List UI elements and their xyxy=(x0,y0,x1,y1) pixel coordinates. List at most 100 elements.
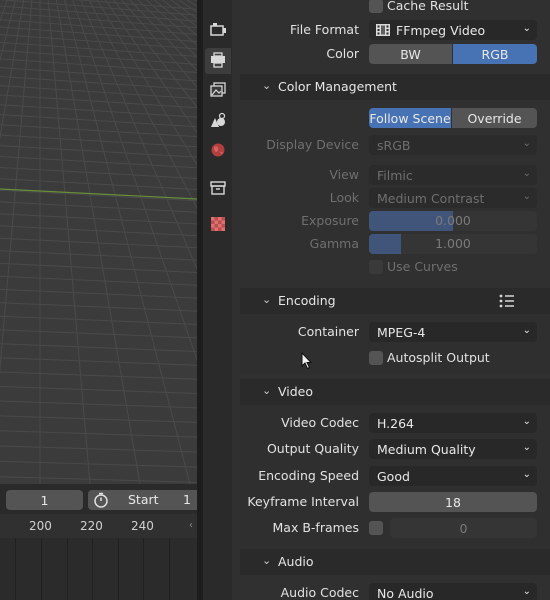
chevron-down-icon: ⌄ xyxy=(262,384,272,397)
view-label: View xyxy=(329,167,359,182)
look-row: Look Medium Contrast ⌄ xyxy=(232,186,550,210)
exposure-value: 0.000 xyxy=(435,213,471,228)
cache-result-row: Cache Result xyxy=(232,0,550,18)
autosplit-label: Autosplit Output xyxy=(387,350,490,365)
max-bframes-value: 0 xyxy=(459,520,468,536)
tick-label: 200 xyxy=(29,519,52,533)
tab-output[interactable] xyxy=(205,48,231,74)
chevron-down-icon: ⌄ xyxy=(522,138,531,149)
audio-header[interactable]: ⌄ Audio xyxy=(240,549,550,575)
video-codec-value: H.264 xyxy=(377,415,415,431)
current-frame-value: 1 xyxy=(40,492,49,508)
keyframe-interval-row: Keyframe Interval 18 xyxy=(232,490,550,514)
max-bframes-field[interactable]: 0 xyxy=(390,518,537,538)
max-bframes-checkbox[interactable] xyxy=(369,521,383,535)
viewport-grid xyxy=(0,0,197,484)
exposure-row: Exposure 0.000 xyxy=(232,209,550,233)
tab-scene[interactable] xyxy=(205,108,231,134)
color-bw-button[interactable]: BW xyxy=(369,44,452,64)
chevron-down-icon: ⌄ xyxy=(262,293,272,306)
keyframe-interval-value: 18 xyxy=(445,494,461,510)
color-row: Color BW RGB xyxy=(232,42,550,66)
stopwatch-icon[interactable] xyxy=(92,492,110,508)
display-device-dropdown[interactable]: sRGB ⌄ xyxy=(369,135,537,155)
override-button[interactable]: Override xyxy=(452,108,537,128)
output-quality-row: Output Quality Medium Quality ⌄ xyxy=(232,437,550,461)
encoding-speed-dropdown[interactable]: Good ⌄ xyxy=(369,466,537,486)
scene-icon xyxy=(209,112,227,131)
color-rgb-button[interactable]: RGB xyxy=(453,44,537,64)
display-device-row: Display Device sRGB ⌄ xyxy=(232,133,550,157)
current-frame-field[interactable]: 1 xyxy=(6,490,83,510)
chevron-down-icon: ⌄ xyxy=(522,442,531,453)
encoding-speed-label: Encoding Speed xyxy=(258,468,359,483)
chevron-down-icon: ⌄ xyxy=(522,586,531,597)
cache-result-checkbox[interactable] xyxy=(369,0,383,13)
start-frame-field[interactable]: Start 1 xyxy=(88,490,197,510)
output-quality-value: Medium Quality xyxy=(377,441,476,457)
tab-world[interactable] xyxy=(205,138,231,164)
follow-scene-label: Follow Scene xyxy=(369,110,451,126)
container-row: Container MPEG-4 ⌄ xyxy=(232,320,550,344)
timeline-ruler[interactable]: 200 220 240 ‹ xyxy=(0,514,197,538)
video-header[interactable]: ⌄ Video xyxy=(240,379,550,405)
start-label: Start xyxy=(128,492,159,507)
file-format-label: File Format xyxy=(290,22,359,37)
view-value: Filmic xyxy=(377,167,413,183)
color-label: Color xyxy=(326,46,359,61)
video-codec-row: Video Codec H.264 ⌄ xyxy=(232,411,550,435)
3d-viewport[interactable] xyxy=(0,0,197,484)
max-bframes-row: Max B-frames 0 xyxy=(232,516,550,540)
view-layer-icon xyxy=(209,81,227,101)
gamma-slider[interactable]: 1.000 xyxy=(369,234,537,254)
view-dropdown[interactable]: Filmic ⌄ xyxy=(369,165,537,185)
file-format-dropdown[interactable]: FFmpeg Video ⌄ xyxy=(369,20,537,40)
autosplit-checkbox[interactable] xyxy=(369,351,383,365)
keyframe-interval-field[interactable]: 18 xyxy=(369,492,537,512)
gamma-value: 1.000 xyxy=(435,236,471,251)
color-bw-label: BW xyxy=(400,46,421,62)
audio-codec-dropdown[interactable]: No Audio ⌄ xyxy=(369,583,537,600)
look-label: Look xyxy=(329,190,359,205)
follow-scene-button[interactable]: Follow Scene xyxy=(369,108,451,128)
video-codec-dropdown[interactable]: H.264 ⌄ xyxy=(369,413,537,433)
tab-render[interactable] xyxy=(205,17,231,43)
output-quality-dropdown[interactable]: Medium Quality ⌄ xyxy=(369,439,537,459)
container-value: MPEG-4 xyxy=(377,324,426,340)
collection-icon xyxy=(209,180,227,199)
container-label: Container xyxy=(297,324,359,339)
output-icon xyxy=(209,51,227,71)
file-format-value: FFmpeg Video xyxy=(396,22,486,38)
exposure-slider[interactable]: 0.000 xyxy=(369,211,537,231)
color-rgb-label: RGB xyxy=(481,46,509,62)
start-value: 1 xyxy=(183,492,191,507)
tab-view-layer[interactable] xyxy=(205,78,231,104)
gamma-row: Gamma 1.000 xyxy=(232,232,550,256)
encoding-header[interactable]: ⌄ Encoding xyxy=(240,288,550,314)
audio-codec-row: Audio Codec No Audio ⌄ xyxy=(232,581,550,600)
tick-label: 220 xyxy=(80,519,103,533)
encoding-speed-row: Encoding Speed Good ⌄ xyxy=(232,464,550,488)
timeline-track[interactable] xyxy=(0,538,197,600)
color-management-title: Color Management xyxy=(278,79,397,94)
audio-title: Audio xyxy=(278,554,314,569)
look-dropdown[interactable]: Medium Contrast ⌄ xyxy=(369,188,537,208)
chevron-down-icon: ⌄ xyxy=(522,168,531,179)
color-management-header[interactable]: ⌄ Color Management xyxy=(240,74,550,100)
override-label: Override xyxy=(467,110,522,126)
container-dropdown[interactable]: MPEG-4 ⌄ xyxy=(369,322,537,342)
chevron-down-icon: ⌄ xyxy=(262,554,272,567)
world-icon xyxy=(209,142,227,161)
texture-icon xyxy=(209,216,227,235)
encoding-title: Encoding xyxy=(278,293,336,308)
tab-texture[interactable] xyxy=(205,212,231,238)
chevron-down-icon: ⌄ xyxy=(522,325,531,336)
cache-result-label: Cache Result xyxy=(387,0,469,13)
collapse-arrow-icon[interactable]: ‹ xyxy=(189,520,193,531)
chevron-down-icon: ⌄ xyxy=(522,469,531,480)
presets-list-icon[interactable] xyxy=(498,293,516,312)
color-mode-row: Follow Scene Override xyxy=(232,106,550,130)
audio-codec-value: No Audio xyxy=(377,585,434,600)
tab-collection[interactable] xyxy=(205,176,231,202)
use-curves-checkbox[interactable] xyxy=(369,260,383,274)
